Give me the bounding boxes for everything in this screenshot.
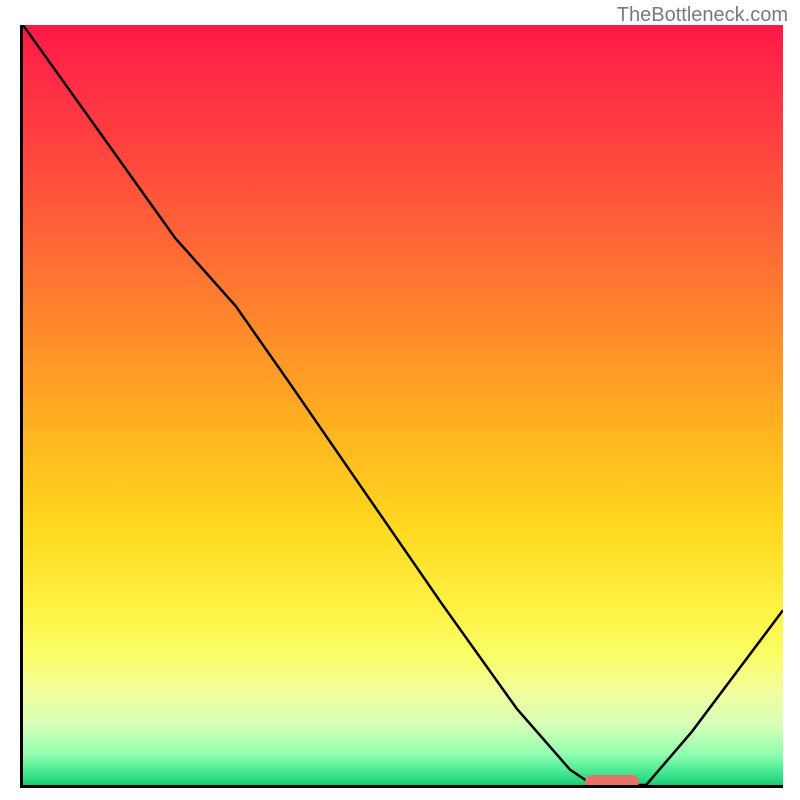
- chart-marker: [585, 775, 638, 788]
- chart-line: [23, 25, 783, 785]
- chart-plot-area: [20, 25, 783, 788]
- watermark-text: TheBottleneck.com: [617, 4, 788, 27]
